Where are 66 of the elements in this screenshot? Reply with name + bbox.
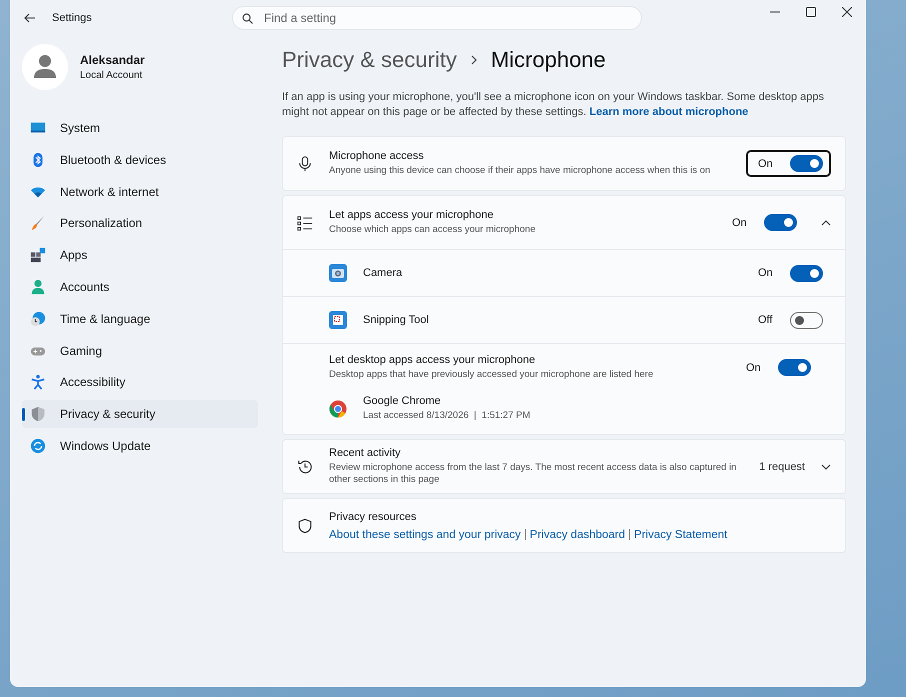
nav-item[interactable]: Network & internet [22,178,258,206]
page-title: Microphone [490,47,606,73]
app-name: Google Chrome [363,395,442,407]
breadcrumb-parent[interactable]: Privacy & security [282,47,457,73]
snipping-tool-app-icon [329,311,347,329]
close-icon[interactable] [842,7,852,17]
setting-title: Let desktop apps access your microphone [329,354,536,366]
setting-title: Microphone access [329,150,425,162]
nav-item[interactable]: System [22,114,258,142]
toggle-switch[interactable] [778,359,811,376]
nav-item[interactable]: Time & language [22,304,258,333]
toggle-state: On [758,158,774,170]
maximize-icon[interactable] [806,7,816,17]
nav-item[interactable]: Apps [22,241,258,270]
apps-grid-icon [30,247,46,264]
last-accessed-text: Last accessed 8/13/2026 | 1:51:27 PM [363,410,532,422]
privacy-link[interactable]: About these settings and your privacy [329,528,521,540]
shield-icon [297,518,313,534]
request-count: 1 request [759,460,805,472]
app-name: Camera [363,267,404,279]
browser-app-icon [329,400,347,418]
setting-title: Privacy resources [329,510,418,522]
privacy-link[interactable]: Privacy Statement [634,528,728,540]
account-type: Local Account [80,70,144,81]
nav-item[interactable]: Accounts [22,272,258,301]
setting-description: Choose which apps can access your microphone [329,224,536,236]
nav-item[interactable]: Windows Update [22,432,258,460]
learn-more-link[interactable]: Learn more about microphone [589,106,748,118]
privacy-link[interactable]: Privacy dashboard [530,528,626,540]
toggle-state: Off [758,314,774,326]
back-arrow-icon[interactable] [24,13,36,23]
microphone-icon [297,156,313,172]
nav-item[interactable]: Accessibility [22,368,258,396]
nav-item[interactable]: Gaming [22,336,258,365]
history-icon [297,458,313,474]
shield-icon [30,406,46,422]
accessibility-icon [30,374,46,390]
list-icon [297,214,313,230]
toggle-switch[interactable] [790,312,823,328]
setting-title: Recent activity [329,447,402,459]
camera-app-icon [329,264,347,282]
setting-description: Anyone using this device can choose if their apps have microphone access when this is on [329,165,712,177]
avatar-icon [22,44,68,90]
toggle-state: On [732,216,748,228]
app-name: Snipping Tool [363,314,430,326]
globe-clock-icon [30,310,46,327]
person-icon [30,278,46,295]
chevron-down-icon[interactable] [821,462,831,470]
setting-title: Let apps access your microphone [329,209,494,221]
setting-description: Review microphone access from the last 7 days. The most recent access data is also captured in other sections in this page [329,462,738,486]
setting-description: Desktop apps that have previously accessed your microphone are listed here [329,369,654,381]
nav-item[interactable]: Personalization [22,209,258,238]
update-icon [30,438,46,454]
toggle-state: On [758,267,774,279]
chevron-right-icon [470,55,477,65]
toggle-switch[interactable] [790,264,823,282]
window-title: Settings [52,12,92,24]
nav-item[interactable]: Bluetooth & devices [22,146,258,174]
nav-item[interactable]: Privacy & security [22,400,258,428]
account-name: Aleksandar [80,53,145,67]
search-field[interactable]: Find a setting [232,6,642,30]
toggle-switch[interactable] [790,155,823,172]
toggle-switch[interactable] [764,214,797,231]
page-description: If an app is using your microphone, you'll see a microphone icon on your Windows taskbar. Some desktop apps might not appear on this page or be affected by these settings. Learn more about microphone [282,90,826,120]
toggle-state: On [746,362,762,374]
chevron-up-icon[interactable] [821,218,831,226]
